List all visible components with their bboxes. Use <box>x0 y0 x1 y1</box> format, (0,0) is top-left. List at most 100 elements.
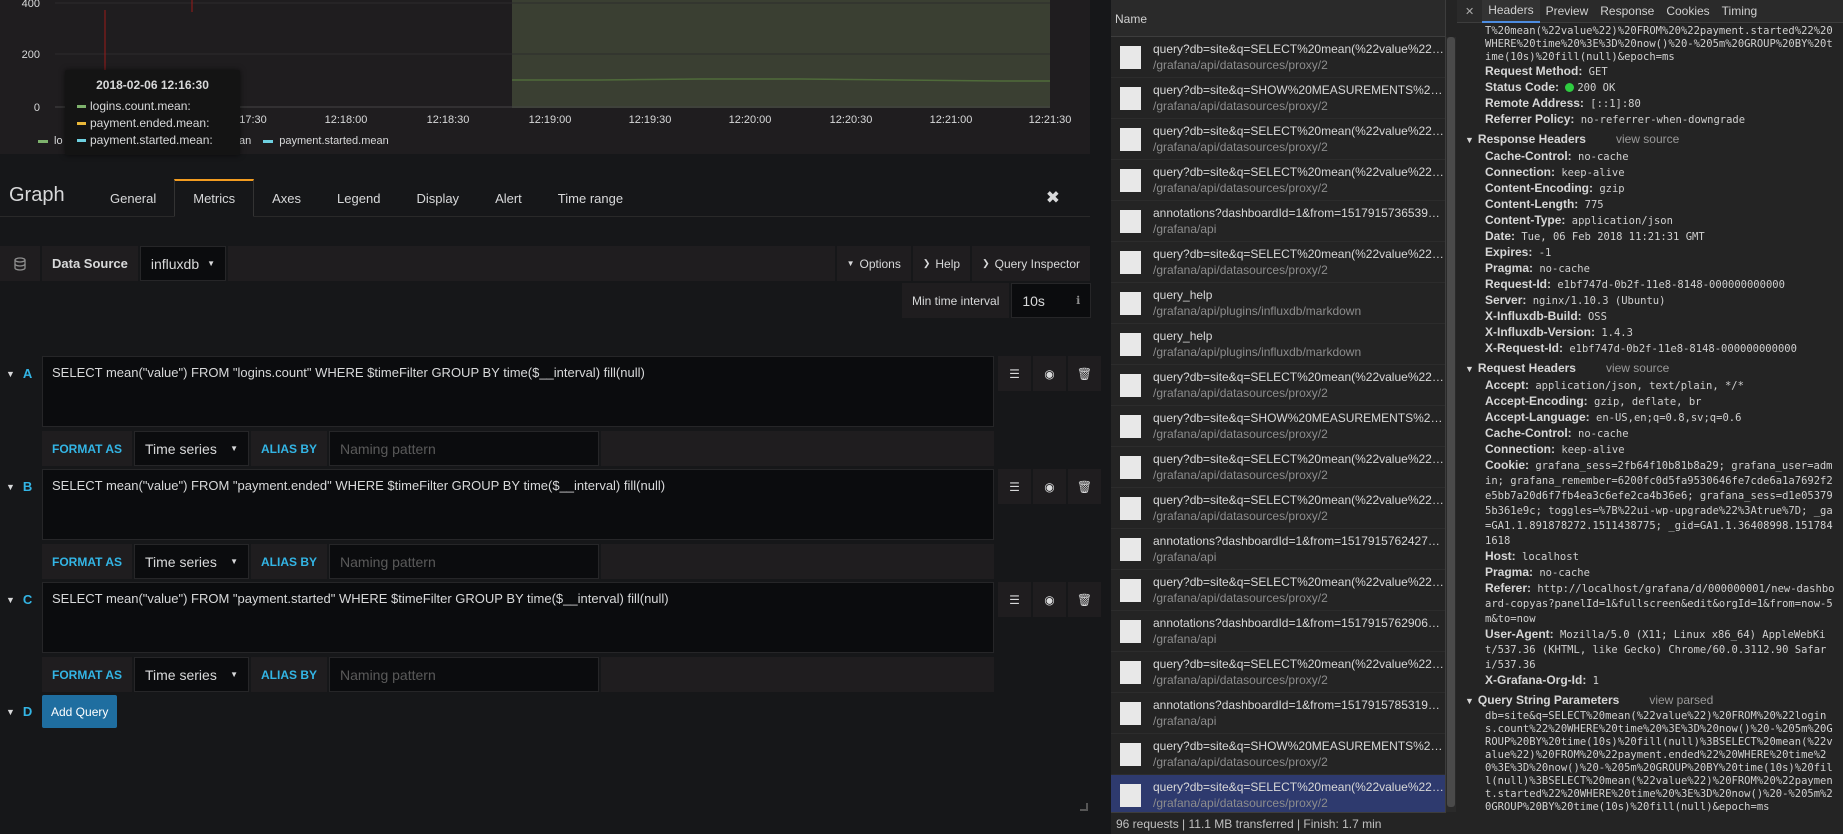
graph-panel[interactable]: 400 200 0 17:30 12:18:00 12:18:30 12:19:… <box>0 0 1090 155</box>
eye-icon[interactable]: ◉ <box>1033 469 1066 504</box>
header-value: application/json, text/plain, */* <box>1535 380 1744 392</box>
request-path: /grafana/api <box>1153 632 1217 646</box>
tab-general[interactable]: General <box>92 179 174 216</box>
min-interval-input[interactable]: 10s ℹ <box>1011 283 1092 318</box>
menu-icon[interactable]: ☰ <box>998 582 1031 617</box>
request-items: query?db=site&q=SELECT%20mean(%22value%2… <box>1111 37 1445 816</box>
query-letter[interactable]: ▼ B <box>0 469 40 504</box>
alias-by-label: ALIAS BY <box>251 657 328 692</box>
request-name: annotations?dashboardId=1&from=151791573… <box>1153 206 1445 220</box>
request-row[interactable]: annotations?dashboardId=1&from=151791573… <box>1111 201 1445 242</box>
trash-icon[interactable]: 🗑 <box>1068 356 1101 391</box>
request-row[interactable]: query_help/grafana/api/plugins/influxdb/… <box>1111 324 1445 365</box>
query-editor[interactable]: SELECT mean("value") FROM "payment.start… <box>42 582 994 653</box>
query-inspector-button[interactable]: ❯ Query Inspector <box>972 246 1090 281</box>
header-key: Cookie: <box>1485 458 1530 472</box>
tab-legend[interactable]: Legend <box>319 179 398 216</box>
request-row[interactable]: query?db=site&q=SELECT%20mean(%22value%2… <box>1111 447 1445 488</box>
tab-metrics[interactable]: Metrics <box>174 179 255 217</box>
menu-icon[interactable]: ☰ <box>998 469 1031 504</box>
grafana-panel: 400 200 0 17:30 12:18:00 12:18:30 12:19:… <box>0 0 1111 834</box>
request-row[interactable]: query?db=site&q=SELECT%20mean(%22value%2… <box>1111 652 1445 693</box>
eye-icon[interactable]: ◉ <box>1033 356 1066 391</box>
add-query-button[interactable]: Add Query <box>42 695 118 728</box>
trash-icon[interactable]: 🗑 <box>1068 469 1101 504</box>
document-icon <box>1120 578 1141 602</box>
datasource-select[interactable]: influxdb ▼ <box>139 246 227 281</box>
query-letter[interactable]: ▼ C <box>0 582 40 617</box>
view-parsed-link[interactable]: view parsed <box>1649 693 1713 707</box>
request-row-selected[interactable]: query?db=site&q=SELECT%20mean(%22value%2… <box>1111 775 1445 816</box>
tab-alert[interactable]: Alert <box>477 179 540 216</box>
info-icon[interactable]: ℹ <box>1076 294 1080 307</box>
tab-timing[interactable]: Timing <box>1716 0 1764 22</box>
trash-icon[interactable]: 🗑 <box>1068 582 1101 617</box>
document-icon <box>1120 168 1141 192</box>
request-row[interactable]: query?db=site&q=SHOW%20MEASUREMENTS%20LI… <box>1111 78 1445 119</box>
spacer <box>228 246 835 281</box>
tab-cookies[interactable]: Cookies <box>1660 0 1715 22</box>
view-source-link[interactable]: view source <box>1606 361 1669 375</box>
view-source-link[interactable]: view source <box>1616 132 1679 146</box>
request-headers-section[interactable]: ▼ Request Headers view source <box>1465 360 1835 378</box>
request-path: /grafana/api/datasources/proxy/2 <box>1153 468 1328 482</box>
series-swatch <box>77 105 86 108</box>
tab-time-range[interactable]: Time range <box>540 179 641 216</box>
help-button[interactable]: ❯ Help <box>912 246 971 281</box>
eye-icon[interactable]: ◉ <box>1033 582 1066 617</box>
name-column-header[interactable]: Name <box>1111 0 1445 37</box>
request-row[interactable]: query?db=site&q=SHOW%20MEASUREMENTS%20LI… <box>1111 734 1445 775</box>
response-headers-section[interactable]: ▼ Response Headers view source <box>1465 131 1835 149</box>
alias-input[interactable]: Naming pattern <box>329 544 600 579</box>
collapse-caret-icon: ▼ <box>6 481 15 492</box>
x-tick: 12:18:00 <box>325 114 368 126</box>
scrollbar-thumb[interactable] <box>1447 37 1455 807</box>
header-value: GET <box>1588 66 1608 78</box>
header-value: en-US,en;q=0.8,sv;q=0.6 <box>1596 412 1742 424</box>
x-tick: 12:19:30 <box>629 114 672 126</box>
query-editor[interactable]: SELECT mean("value") FROM "logins.count"… <box>42 356 994 427</box>
legend-item[interactable]: lo <box>38 135 63 147</box>
request-row[interactable]: annotations?dashboardId=1&from=151791576… <box>1111 611 1445 652</box>
format-select[interactable]: Time series ▼ <box>134 544 249 579</box>
request-row[interactable]: query?db=site&q=SELECT%20mean(%22value%2… <box>1111 37 1445 78</box>
query-string-section[interactable]: ▼ Query String Parameters view parsed <box>1465 692 1835 710</box>
request-path: /grafana/api/datasources/proxy/2 <box>1153 673 1328 687</box>
tab-preview[interactable]: Preview <box>1540 0 1595 22</box>
tab-axes[interactable]: Axes <box>254 179 319 216</box>
alias-input[interactable]: Naming pattern <box>329 657 600 692</box>
request-header-row: Connection: keep-alive <box>1465 442 1835 458</box>
alias-input[interactable]: Naming pattern <box>329 431 600 466</box>
query-editor[interactable]: SELECT mean("value") FROM "payment.ended… <box>42 469 994 540</box>
request-name: query?db=site&q=SELECT%20mean(%22value%2… <box>1153 575 1445 589</box>
resize-handle-icon[interactable] <box>1080 803 1088 811</box>
request-row[interactable]: annotations?dashboardId=1&from=151791578… <box>1111 693 1445 734</box>
menu-icon[interactable]: ☰ <box>998 356 1031 391</box>
format-select[interactable]: Time series ▼ <box>134 431 249 466</box>
request-row[interactable]: query?db=site&q=SELECT%20mean(%22value%2… <box>1111 488 1445 529</box>
tab-headers[interactable]: Headers <box>1482 0 1540 23</box>
request-row[interactable]: query?db=site&q=SELECT%20mean(%22value%2… <box>1111 160 1445 201</box>
request-row[interactable]: query?db=site&q=SHOW%20MEASUREMENTS%20LI… <box>1111 406 1445 447</box>
close-icon[interactable]: ✖ <box>1046 188 1060 208</box>
query-letter[interactable]: ▼ A <box>0 356 40 391</box>
request-list-scrollbar[interactable] <box>1446 37 1456 812</box>
request-row[interactable]: query?db=site&q=SELECT%20mean(%22value%2… <box>1111 365 1445 406</box>
header-value: e1bf747d-0b2f-11e8-8148-000000000000 <box>1569 343 1797 355</box>
request-row[interactable]: annotations?dashboardId=1&from=151791576… <box>1111 529 1445 570</box>
status-ok-icon <box>1565 83 1575 92</box>
options-button[interactable]: ▼ Options <box>836 246 911 281</box>
tab-display[interactable]: Display <box>398 179 477 216</box>
help-label: Help <box>935 256 961 271</box>
format-select[interactable]: Time series ▼ <box>134 657 249 692</box>
tab-response[interactable]: Response <box>1594 0 1660 22</box>
request-row[interactable]: query_help/grafana/api/plugins/influxdb/… <box>1111 283 1445 324</box>
response-header-row: Date: Tue, 06 Feb 2018 11:21:31 GMT <box>1465 229 1835 245</box>
header-value: gzip, deflate, br <box>1594 396 1702 408</box>
close-icon[interactable]: ✕ <box>1457 5 1482 18</box>
request-row[interactable]: query?db=site&q=SELECT%20mean(%22value%2… <box>1111 570 1445 611</box>
request-row[interactable]: query?db=site&q=SELECT%20mean(%22value%2… <box>1111 119 1445 160</box>
legend-item[interactable]: payment.started.mean <box>263 135 389 147</box>
request-row[interactable]: query?db=site&q=SELECT%20mean(%22value%2… <box>1111 242 1445 283</box>
datasource-label: Data Source <box>42 246 138 281</box>
